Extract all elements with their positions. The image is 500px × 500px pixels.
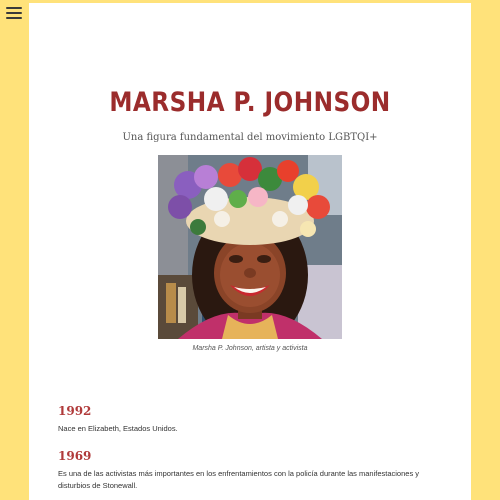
page-subtitle: Una figura fundamental del movimiento LG… xyxy=(122,132,378,143)
menu-line xyxy=(6,12,22,14)
menu-line xyxy=(6,17,22,19)
event-year: 1969 xyxy=(58,449,92,463)
page-title: MARSHA P. JOHNSON xyxy=(109,87,391,118)
hamburger-menu-icon[interactable] xyxy=(6,6,22,20)
image-caption: Marsha P. Johnson, artista y activista xyxy=(192,345,308,352)
event-year: 1992 xyxy=(58,404,92,418)
content-card: MARSHA P. JOHNSON Una figura fundamental… xyxy=(29,3,471,500)
timeline: 1992 Nace en Elizabeth, Estados Unidos. … xyxy=(29,404,438,492)
menu-line xyxy=(6,7,22,9)
portrait-image xyxy=(158,155,342,339)
timeline-event: 1992 Nace en Elizabeth, Estados Unidos. xyxy=(58,404,438,435)
timeline-event: 1969 Es una de las activistas más import… xyxy=(58,449,438,492)
event-description: Es una de las activistas más importantes… xyxy=(58,469,420,490)
event-description: Nace en Elizabeth, Estados Unidos. xyxy=(58,424,178,433)
page: MARSHA P. JOHNSON Una figura fundamental… xyxy=(0,0,500,500)
